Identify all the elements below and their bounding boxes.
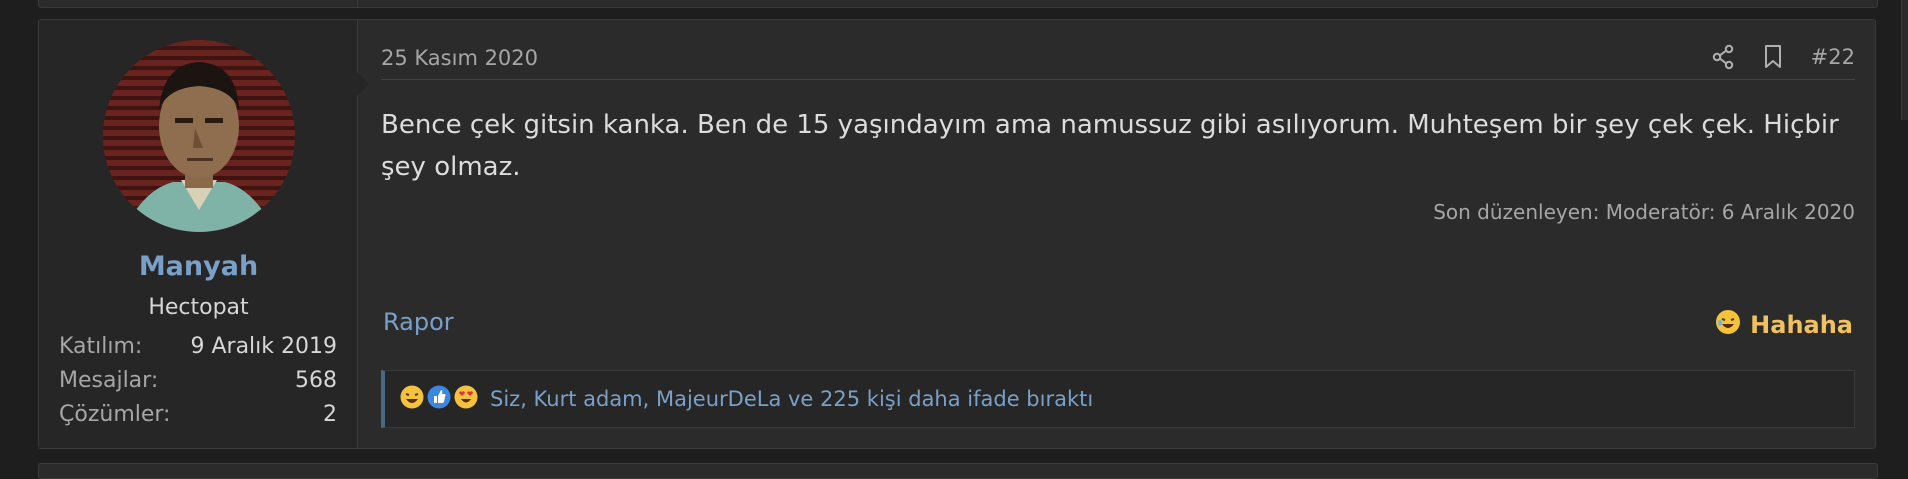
stat-joined: Katılım: 9 Aralık 2019 [59,334,337,359]
reactions-summary[interactable]: Siz, Kurt adam, MajeurDeLa ve 225 kişi d… [490,387,1093,411]
edit-notice: Son düzenleyen: Moderatör: 6 Aralık 2020 [1433,200,1855,224]
love-emoji-icon [453,384,479,414]
post-date[interactable]: 25 Kasım 2020 [381,46,538,70]
like-emoji-icon [426,384,452,414]
next-post-edge [38,463,1878,479]
user-panel: Manyah Hectopat Katılım: 9 Aralık 2019 M… [39,20,369,448]
share-icon[interactable] [1711,44,1735,70]
stat-value: 2 [323,402,337,427]
stat-label: Katılım: [59,334,143,359]
stat-value: 9 Aralık 2019 [190,334,337,359]
stat-solutions: Çözümler: 2 [59,402,337,427]
stat-value: 568 [295,368,337,393]
username[interactable]: Manyah [39,251,358,282]
reactions-bar[interactable]: Siz, Kurt adam, MajeurDeLa ve 225 kişi d… [381,370,1855,428]
user-title: Hectopat [148,295,249,320]
laugh-emoji-icon [399,384,425,414]
post-meta: 25 Kasım 2020 #22 [381,40,1855,80]
reaction-label: Hahaha [1750,311,1853,339]
bookmark-icon[interactable] [1763,44,1783,70]
report-link[interactable]: Rapor [383,308,454,336]
reaction-icons [399,384,480,414]
previous-post-edge [38,0,1878,8]
avatar[interactable] [103,40,295,232]
forum-post: Manyah Hectopat Katılım: 9 Aralık 2019 M… [38,19,1876,449]
stat-messages: Mesajlar: 568 [59,368,337,393]
post-actions: #22 [1711,44,1855,70]
scrollbar[interactable] [1901,0,1908,120]
post-body: Bence çek gitsin kanka. Ben de 15 yaşınd… [381,110,1839,182]
user-panel-arrow [357,72,369,96]
post-number[interactable]: #22 [1811,45,1855,69]
stat-label: Çözümler: [59,402,171,427]
reaction-button[interactable]: Hahaha [1714,308,1853,342]
stat-label: Mesajlar: [59,368,159,393]
post-content: 25 Kasım 2020 #22 Bence çek gitsin kanka… [381,20,1855,448]
laugh-emoji-icon [1714,308,1742,342]
